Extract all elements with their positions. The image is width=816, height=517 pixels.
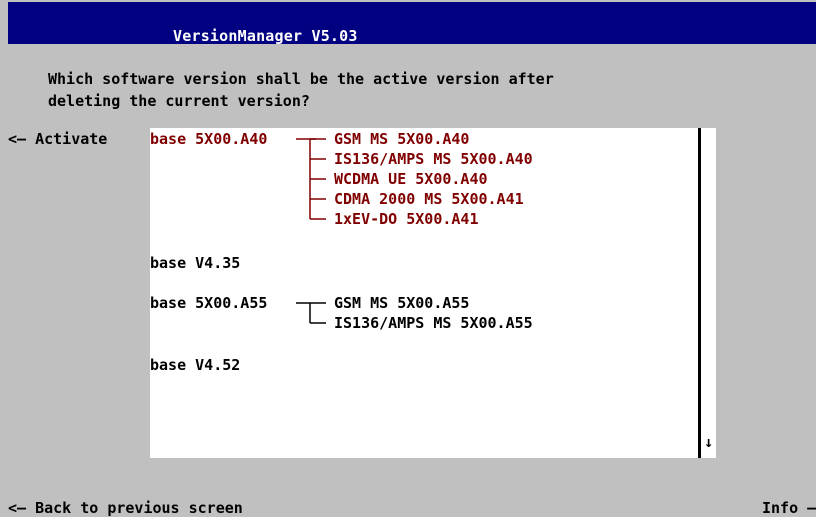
module-item: GSM MS 5X00.A40 — [334, 130, 470, 148]
version-base-label: base V4.52 — [150, 356, 241, 374]
module-item: IS136/AMPS MS 5X00.A55 — [334, 314, 533, 332]
prompt-line-1: Which software version shall be the acti… — [48, 70, 554, 88]
module-item: IS136/AMPS MS 5X00.A40 — [334, 150, 533, 168]
version-base-label: base V4.35 — [150, 254, 241, 272]
back-softkey[interactable]: <— Back to previous screen — [8, 500, 243, 516]
version-list[interactable]: base 5X00.A40 GSM MS 5X00.A40 IS136/AMPS… — [150, 128, 716, 458]
tree-connector — [296, 138, 326, 220]
title-bar: VersionManager V5.03 — [8, 2, 816, 44]
window-title: VersionManager V5.03 — [173, 27, 358, 45]
prompt-line-2: deleting the current version? — [48, 92, 310, 110]
prompt-text: Which software version shall be the acti… — [48, 68, 554, 112]
activate-softkey[interactable]: <— Activate — [8, 131, 107, 147]
tree-connector — [296, 302, 326, 324]
info-softkey[interactable]: Info — — [762, 500, 816, 516]
module-item: CDMA 2000 MS 5X00.A41 — [334, 190, 524, 208]
module-item: WCDMA UE 5X00.A40 — [334, 170, 488, 188]
scrollbar[interactable] — [698, 128, 701, 458]
module-item: GSM MS 5X00.A55 — [334, 294, 470, 312]
scroll-down-arrow-icon[interactable]: ↓ — [704, 434, 713, 450]
module-item: 1xEV-DO 5X00.A41 — [334, 210, 479, 228]
